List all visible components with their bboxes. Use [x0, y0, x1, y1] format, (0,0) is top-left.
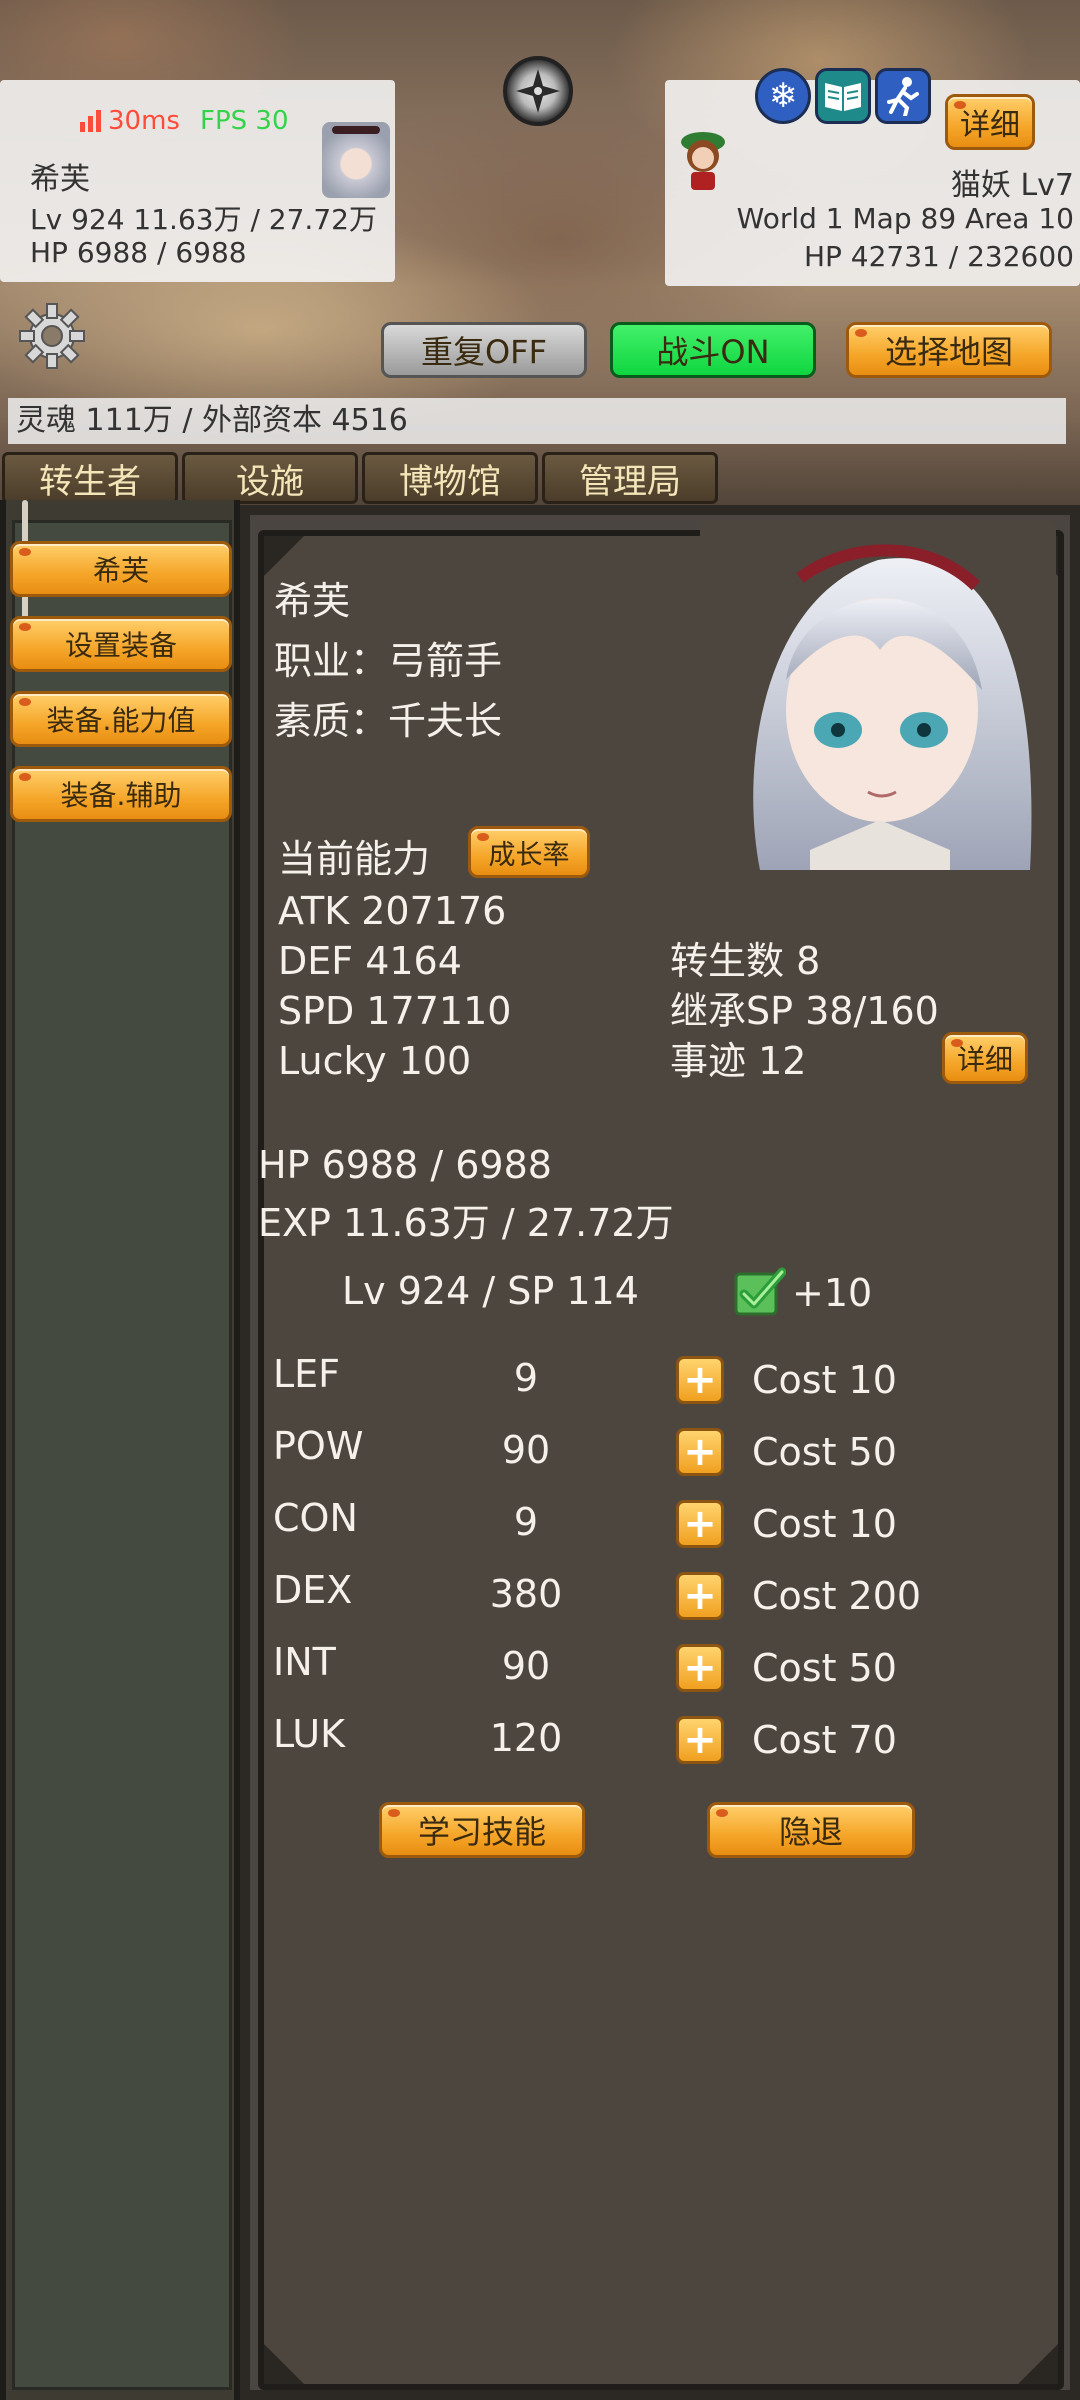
attribute-value: 90 — [501, 1644, 551, 1688]
attribute-name: CON — [273, 1496, 358, 1540]
escape-run-icon[interactable] — [875, 68, 931, 124]
increase-attribute-button[interactable]: + — [676, 1428, 724, 1476]
signal-icon — [80, 110, 102, 132]
inherit-sp: 继承SP 38/160 — [670, 989, 939, 1033]
book-icon[interactable] — [815, 68, 871, 124]
fps-text: FPS 30 — [200, 106, 289, 136]
attribute-cost: Cost 50 — [752, 1430, 897, 1474]
attribute-name: LEF — [273, 1352, 341, 1396]
compass-icon[interactable] — [503, 56, 573, 126]
attribute-cost: Cost 50 — [752, 1646, 897, 1690]
rebirth-count: 转生数 8 — [670, 939, 821, 983]
settings-gear-icon[interactable] — [16, 300, 88, 372]
attribute-name: DEX — [273, 1568, 353, 1612]
character-job: 职业：弓箭手 — [274, 639, 503, 683]
increase-attribute-button[interactable]: + — [676, 1644, 724, 1692]
character-exp: EXP 11.63万 / 27.72万 — [258, 1201, 674, 1245]
enemy-hp: HP 42731 / 232600 — [803, 240, 1074, 273]
resources-bar: 灵魂 111万 / 外部资本 4516 — [8, 398, 1066, 444]
deeds-count: 事迹 12 — [670, 1039, 807, 1083]
increment-amount: +10 — [792, 1271, 873, 1315]
select-map-button[interactable]: 选择地图 — [846, 322, 1052, 378]
attribute-cost: Cost 200 — [752, 1574, 922, 1618]
attribute-value: 120 — [489, 1716, 563, 1760]
current-ability-title: 当前能力 — [278, 837, 431, 881]
attribute-name: LUK — [273, 1712, 346, 1756]
player-name: 希芙 — [30, 162, 90, 197]
player-hp: HP 6988 / 6988 — [30, 236, 247, 269]
attribute-cost: Cost 70 — [752, 1718, 897, 1762]
character-hp: HP 6988 / 6988 — [258, 1143, 552, 1187]
increase-attribute-button[interactable]: + — [676, 1572, 724, 1620]
increment-checkbox-icon[interactable] — [734, 1266, 787, 1318]
retire-button[interactable]: 隐退 — [707, 1802, 915, 1858]
lucky-stat: Lucky 100 — [278, 1039, 472, 1083]
growth-rate-button[interactable]: 成长率 — [468, 826, 590, 878]
tab-administration[interactable]: 管理局 — [542, 452, 718, 504]
attribute-cost: Cost 10 — [752, 1502, 897, 1546]
increase-attribute-button[interactable]: + — [676, 1356, 724, 1404]
enemy-detail-button[interactable]: 详细 — [945, 94, 1035, 150]
repeat-toggle-button[interactable]: 重复OFF — [381, 322, 587, 378]
sidebar-item-character[interactable]: 希芙 — [10, 541, 232, 597]
battle-toggle-button[interactable]: 战斗ON — [610, 322, 816, 378]
increase-attribute-button[interactable]: + — [676, 1500, 724, 1548]
player-level: Lv 924 11.63万 / 27.72万 — [30, 203, 377, 236]
sidebar-item-set-equipment[interactable]: 设置装备 — [10, 616, 232, 672]
attribute-cost: Cost 10 — [752, 1358, 897, 1402]
player-avatar[interactable] — [322, 122, 390, 198]
tab-reincarnator[interactable]: 转生者 — [2, 452, 178, 504]
attribute-value: 90 — [501, 1428, 551, 1472]
player-status-panel: 30ms FPS 30 希芙 Lv 924 11.63万 / 27.72万 HP… — [0, 80, 395, 282]
increase-attribute-button[interactable]: + — [676, 1716, 724, 1764]
enemy-name: 猫妖 Lv7 — [950, 168, 1074, 203]
deeds-detail-button[interactable]: 详细 — [942, 1032, 1028, 1084]
sidebar-item-equipment-support[interactable]: 装备.辅助 — [10, 766, 232, 822]
def-stat: DEF 4164 — [278, 939, 462, 983]
attribute-value: 380 — [489, 1572, 563, 1616]
attribute-name: INT — [273, 1640, 336, 1684]
level-sp: Lv 924 / SP 114 — [342, 1269, 639, 1313]
spd-stat: SPD 177110 — [278, 989, 512, 1033]
character-portrait — [700, 520, 1056, 870]
ping-text: 30ms — [108, 106, 180, 136]
enemy-avatar[interactable] — [675, 126, 731, 196]
character-quality: 素质：千夫长 — [274, 699, 503, 743]
enemy-location: World 1 Map 89 Area 10 — [736, 202, 1074, 235]
attribute-value: 9 — [513, 1500, 539, 1544]
tab-museum[interactable]: 博物馆 — [362, 452, 538, 504]
attribute-value: 9 — [513, 1356, 539, 1400]
tab-facilities[interactable]: 设施 — [182, 452, 358, 504]
learn-skill-button[interactable]: 学习技能 — [379, 1802, 585, 1858]
snowflake-icon[interactable]: ❄ — [755, 68, 811, 124]
attribute-name: POW — [273, 1424, 364, 1468]
atk-stat: ATK 207176 — [278, 889, 507, 933]
character-name: 希芙 — [274, 579, 351, 623]
sidebar-item-equipment-stats[interactable]: 装备.能力值 — [10, 691, 232, 747]
